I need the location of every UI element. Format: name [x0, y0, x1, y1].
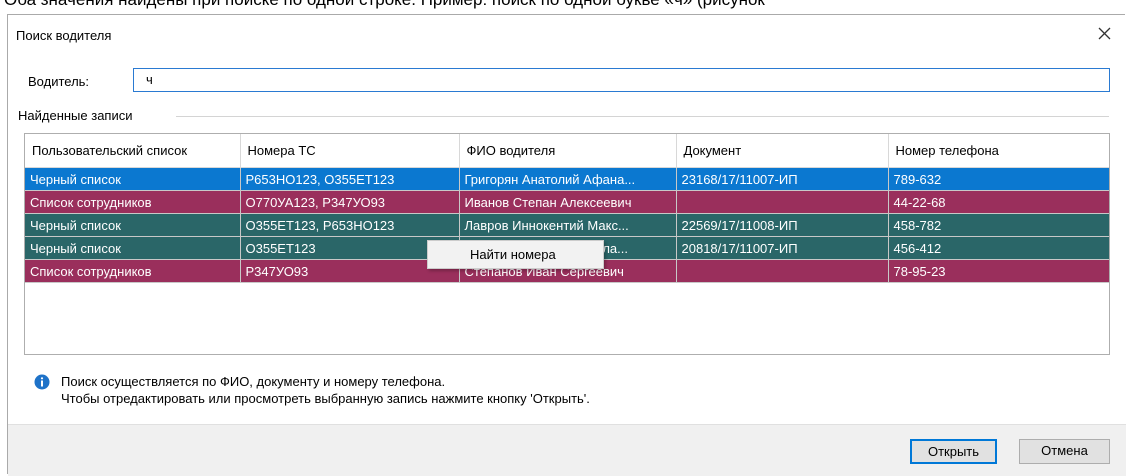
cell-document — [676, 190, 889, 214]
cell-document: 20818/17/11007-ИП — [676, 236, 889, 260]
column-header-plates[interactable]: Номера ТС — [240, 134, 460, 168]
cell-phone: 78-95-23 — [888, 259, 1109, 283]
found-records-label: Найденные записи — [18, 108, 139, 123]
cell-list: Черный список — [25, 236, 241, 260]
cell-list: Черный список — [25, 167, 241, 191]
cell-plates: Р653НО123, О355ЕТ123 — [240, 167, 460, 191]
context-menu: Найти номера — [427, 240, 604, 269]
table-row[interactable]: Черный список О355ЕТ123, Р653НО123 Лавро… — [25, 213, 1109, 237]
info-text-line-1: Поиск осуществляется по ФИО, документу и… — [61, 374, 446, 389]
driver-label: Водитель: — [28, 74, 90, 89]
cell-plates: О355ЕТ123, Р653НО123 — [240, 213, 460, 237]
cell-list: Черный список — [25, 213, 241, 237]
context-menu-item-find-plates[interactable]: Найти номера — [470, 247, 556, 262]
cell-name: Григорян Анатолий Афана... — [459, 167, 677, 191]
column-header-list[interactable]: Пользовательский список — [25, 134, 241, 168]
dialog-title: Поиск водителя — [16, 28, 112, 43]
info-icon — [34, 374, 50, 393]
cell-phone: 789-632 — [888, 167, 1109, 191]
open-button[interactable]: Открыть — [910, 439, 997, 464]
cell-list: Список сотрудников — [25, 190, 241, 214]
column-header-document[interactable]: Документ — [676, 134, 889, 168]
close-icon — [1098, 27, 1110, 40]
cropped-text-line: Оба значения найдены при поиске по одной… — [4, 0, 765, 10]
cropped-document-text: Оба значения найдены при поиске по одной… — [0, 0, 1126, 14]
cell-plates: О770УА123, Р347УО93 — [240, 190, 460, 214]
group-divider — [176, 116, 1109, 117]
info-text-line-2: Чтобы отредактировать или просмотреть вы… — [61, 391, 590, 406]
cancel-button[interactable]: Отмена — [1019, 439, 1110, 464]
driver-search-input[interactable]: ч — [133, 68, 1110, 92]
cell-document: 23168/17/11007-ИП — [676, 167, 889, 191]
column-header-phone[interactable]: Номер телефона — [888, 134, 1109, 168]
cell-document: 22569/17/11008-ИП — [676, 213, 889, 237]
cell-name: Лавров Иннокентий Макс... — [459, 213, 677, 237]
search-driver-dialog: Поиск водителя Водитель: ч Найденные зап… — [7, 14, 1126, 476]
table-header-row: Пользовательский список Номера ТС ФИО во… — [25, 134, 1109, 168]
cell-phone: 458-782 — [888, 213, 1109, 237]
cell-phone: 456-412 — [888, 236, 1109, 260]
close-button[interactable] — [1089, 19, 1119, 49]
cell-name: Иванов Степан Алексеевич — [459, 190, 677, 214]
cell-document — [676, 259, 889, 283]
table-row[interactable]: Черный список Р653НО123, О355ЕТ123 Григо… — [25, 167, 1109, 191]
cell-phone: 44-22-68 — [888, 190, 1109, 214]
column-header-name[interactable]: ФИО водителя — [459, 134, 677, 168]
cell-list: Список сотрудников — [25, 259, 241, 283]
table-row[interactable]: Список сотрудников О770УА123, Р347УО93 И… — [25, 190, 1109, 214]
